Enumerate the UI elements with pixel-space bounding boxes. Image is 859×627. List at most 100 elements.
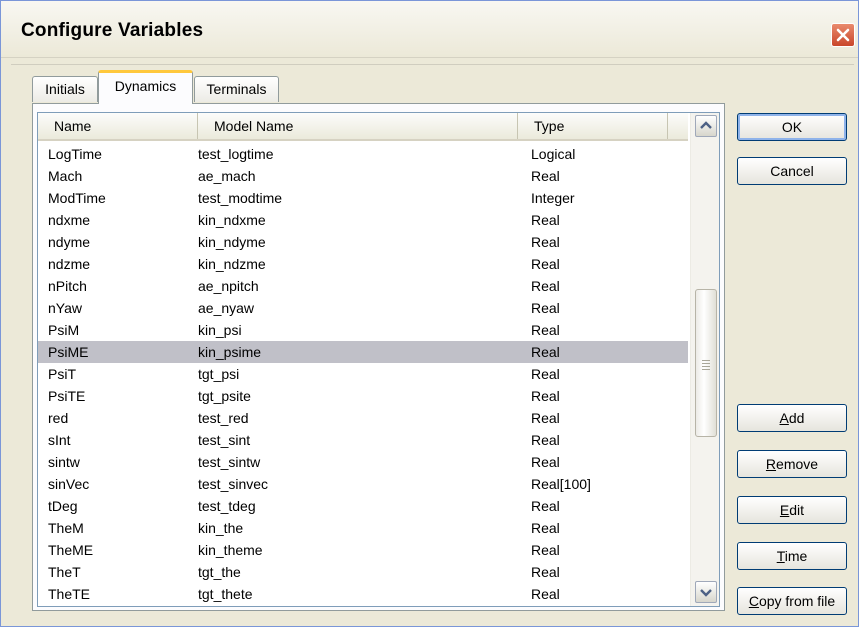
vertical-scrollbar[interactable] (690, 113, 719, 606)
table-row[interactable]: TheM kin_the Real (38, 517, 688, 539)
table-row[interactable]: nYaw ae_nyaw Real (38, 297, 688, 319)
cell-type: Real (531, 256, 560, 272)
cell-name: tDeg (48, 498, 78, 514)
table-row[interactable]: sInt test_sint Real (38, 429, 688, 451)
table-row[interactable]: ndxme kin_ndxme Real (38, 209, 688, 231)
chevron-up-icon (700, 121, 712, 129)
time-button[interactable]: Time (737, 542, 847, 570)
table-row[interactable]: PsiME kin_psime Real (38, 341, 688, 363)
tab-dynamics[interactable]: Dynamics (98, 70, 193, 104)
cell-type: Real (531, 410, 560, 426)
cell-model-name: test_red (198, 410, 249, 426)
cell-type: Real (531, 344, 560, 360)
table-row[interactable]: red test_red Real (38, 407, 688, 429)
cell-model-name: kin_ndzme (198, 256, 266, 272)
cell-model-name: test_sinvec (198, 476, 269, 492)
cell-model-name: kin_ndxme (198, 212, 266, 228)
cell-model-name: test_sintw (198, 454, 261, 470)
cell-type: Logical (531, 146, 576, 162)
cell-type: Real (531, 586, 560, 602)
cell-type: Real (531, 432, 560, 448)
table-row[interactable]: nPitch ae_npitch Real (38, 275, 688, 297)
add-button[interactable]: Add (737, 404, 847, 432)
tab-initials-label: Initials (45, 81, 85, 97)
table-row[interactable]: PsiM kin_psi Real (38, 319, 688, 341)
cell-model-name: ae_mach (198, 168, 256, 184)
edit-button[interactable]: Edit (737, 496, 847, 524)
table-row[interactable]: TheME kin_theme Real (38, 539, 688, 561)
cell-name: sInt (48, 432, 71, 448)
cell-type: Real (531, 322, 560, 338)
close-button[interactable] (831, 23, 855, 47)
cell-name: TheME (48, 542, 94, 558)
cell-model-name: kin_theme (198, 542, 263, 558)
cell-name: Mach (48, 168, 83, 184)
cell-name: TheT (48, 564, 81, 580)
cell-name: PsiME (48, 344, 89, 360)
cell-model-name: ae_nyaw (198, 300, 255, 316)
cell-name: red (48, 410, 69, 426)
cell-model-name: kin_ndyme (198, 234, 266, 250)
variables-list[interactable]: Name Model Name Type LogTime test_logtime… (37, 112, 720, 607)
cell-type: Real (531, 168, 560, 184)
cell-type: Real (531, 520, 560, 536)
column-header-name[interactable]: Name (38, 113, 198, 139)
cell-type: Real (531, 366, 560, 382)
cell-model-name: test_modtime (198, 190, 283, 206)
cell-model-name: tgt_the (198, 564, 241, 580)
table-row[interactable]: ndzme kin_ndzme Real (38, 253, 688, 275)
cell-name: sintw (48, 454, 80, 470)
cell-name: nYaw (48, 300, 82, 316)
cell-type: Real (531, 234, 560, 250)
table-row[interactable]: sintw test_sintw Real (38, 451, 688, 473)
table-row[interactable]: LogTime test_logtime Logical (38, 143, 688, 165)
cancel-button[interactable]: Cancel (737, 157, 847, 185)
column-header-model-name[interactable]: Model Name (198, 113, 518, 139)
cell-type: Real (531, 278, 560, 294)
column-header-type[interactable]: Type (518, 113, 668, 139)
cell-name: PsiT (48, 366, 76, 382)
cell-type: Real (531, 212, 560, 228)
table-row[interactable]: ndyme kin_ndyme Real (38, 231, 688, 253)
tab-terminals[interactable]: Terminals (194, 76, 279, 102)
list-header: Name Model Name Type (38, 113, 688, 141)
cell-name: ndxme (48, 212, 91, 228)
window-title: Configure Variables (21, 20, 204, 41)
cell-name: TheTE (48, 586, 91, 602)
cell-model-name: test_logtime (198, 146, 274, 162)
cell-name: ndyme (48, 234, 91, 250)
cell-model-name: kin_psime (198, 344, 262, 360)
table-row[interactable]: tDeg test_tdeg Real (38, 495, 688, 517)
table-row[interactable]: sinVec test_sinvec Real[100] (38, 473, 688, 495)
tab-initials[interactable]: Initials (32, 76, 98, 102)
scroll-down-button[interactable] (695, 581, 717, 603)
table-row[interactable]: PsiT tgt_psi Real (38, 363, 688, 385)
table-row[interactable]: TheT tgt_the Real (38, 561, 688, 583)
scroll-up-button[interactable] (695, 115, 717, 137)
cell-type: Real (531, 454, 560, 470)
cell-type: Real (531, 388, 560, 404)
table-row[interactable]: PsiTE tgt_psite Real (38, 385, 688, 407)
scroll-thumb[interactable] (695, 289, 717, 437)
cell-model-name: test_sint (198, 432, 251, 448)
cell-model-name: test_tdeg (198, 498, 256, 514)
cell-name: TheM (48, 520, 84, 536)
table-row[interactable]: TheTE tgt_thete Real (38, 583, 688, 605)
cell-name: PsiM (48, 322, 80, 338)
remove-button[interactable]: Remove (737, 450, 847, 478)
cell-model-name: ae_npitch (198, 278, 259, 294)
title-bar[interactable]: Configure Variables (1, 1, 858, 58)
table-row[interactable]: ModTime test_modtime Integer (38, 187, 688, 209)
table-row[interactable]: Mach ae_mach Real (38, 165, 688, 187)
cell-type: Integer (531, 190, 575, 206)
ok-button[interactable]: OK (737, 113, 847, 141)
cell-name: ModTime (48, 190, 106, 206)
cell-model-name: tgt_psite (198, 388, 251, 404)
tab-terminals-label: Terminals (206, 81, 267, 97)
cell-type: Real (531, 542, 560, 558)
cell-type: Real (531, 300, 560, 316)
list-rows: LogTime test_logtime Logical Mach ae_mach Rea… (38, 143, 688, 605)
cell-name: PsiTE (48, 388, 86, 404)
cell-type: Real[100] (531, 476, 591, 492)
copy-from-file-button[interactable]: Copy from file (737, 587, 847, 615)
